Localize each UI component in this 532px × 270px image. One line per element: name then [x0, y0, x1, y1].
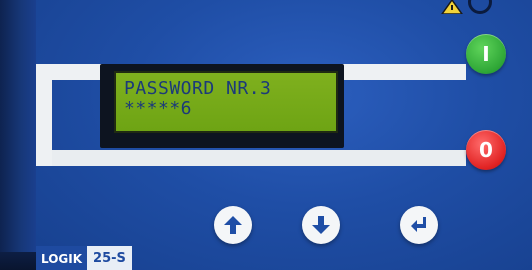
enter-button[interactable] [400, 206, 438, 244]
start-button-label: I [482, 42, 490, 66]
lcd-line-2: *****6 [124, 98, 193, 119]
start-button[interactable]: I [466, 34, 506, 74]
warning-triangle-icon [441, 0, 463, 14]
panel-groove-left [36, 64, 52, 166]
panel-groove-bottom [36, 150, 466, 166]
lcd-display: PASSWORD NR.3 *****6 [114, 71, 338, 133]
brand-name: LOGIK [36, 246, 88, 270]
brand-model: 25-S [87, 246, 132, 270]
enter-return-icon [411, 217, 426, 232]
arrow-down-icon [312, 216, 330, 234]
panel-side-frame [0, 0, 36, 270]
up-button[interactable] [214, 206, 252, 244]
down-button[interactable] [302, 206, 340, 244]
brand-logo: LOGIK 25-S [36, 246, 132, 270]
stop-button[interactable]: 0 [466, 130, 506, 170]
stop-button-label: 0 [479, 138, 493, 162]
arrow-up-icon [224, 216, 242, 234]
panel-shadow [0, 252, 36, 270]
lcd-line-1: PASSWORD NR.3 [124, 78, 272, 99]
